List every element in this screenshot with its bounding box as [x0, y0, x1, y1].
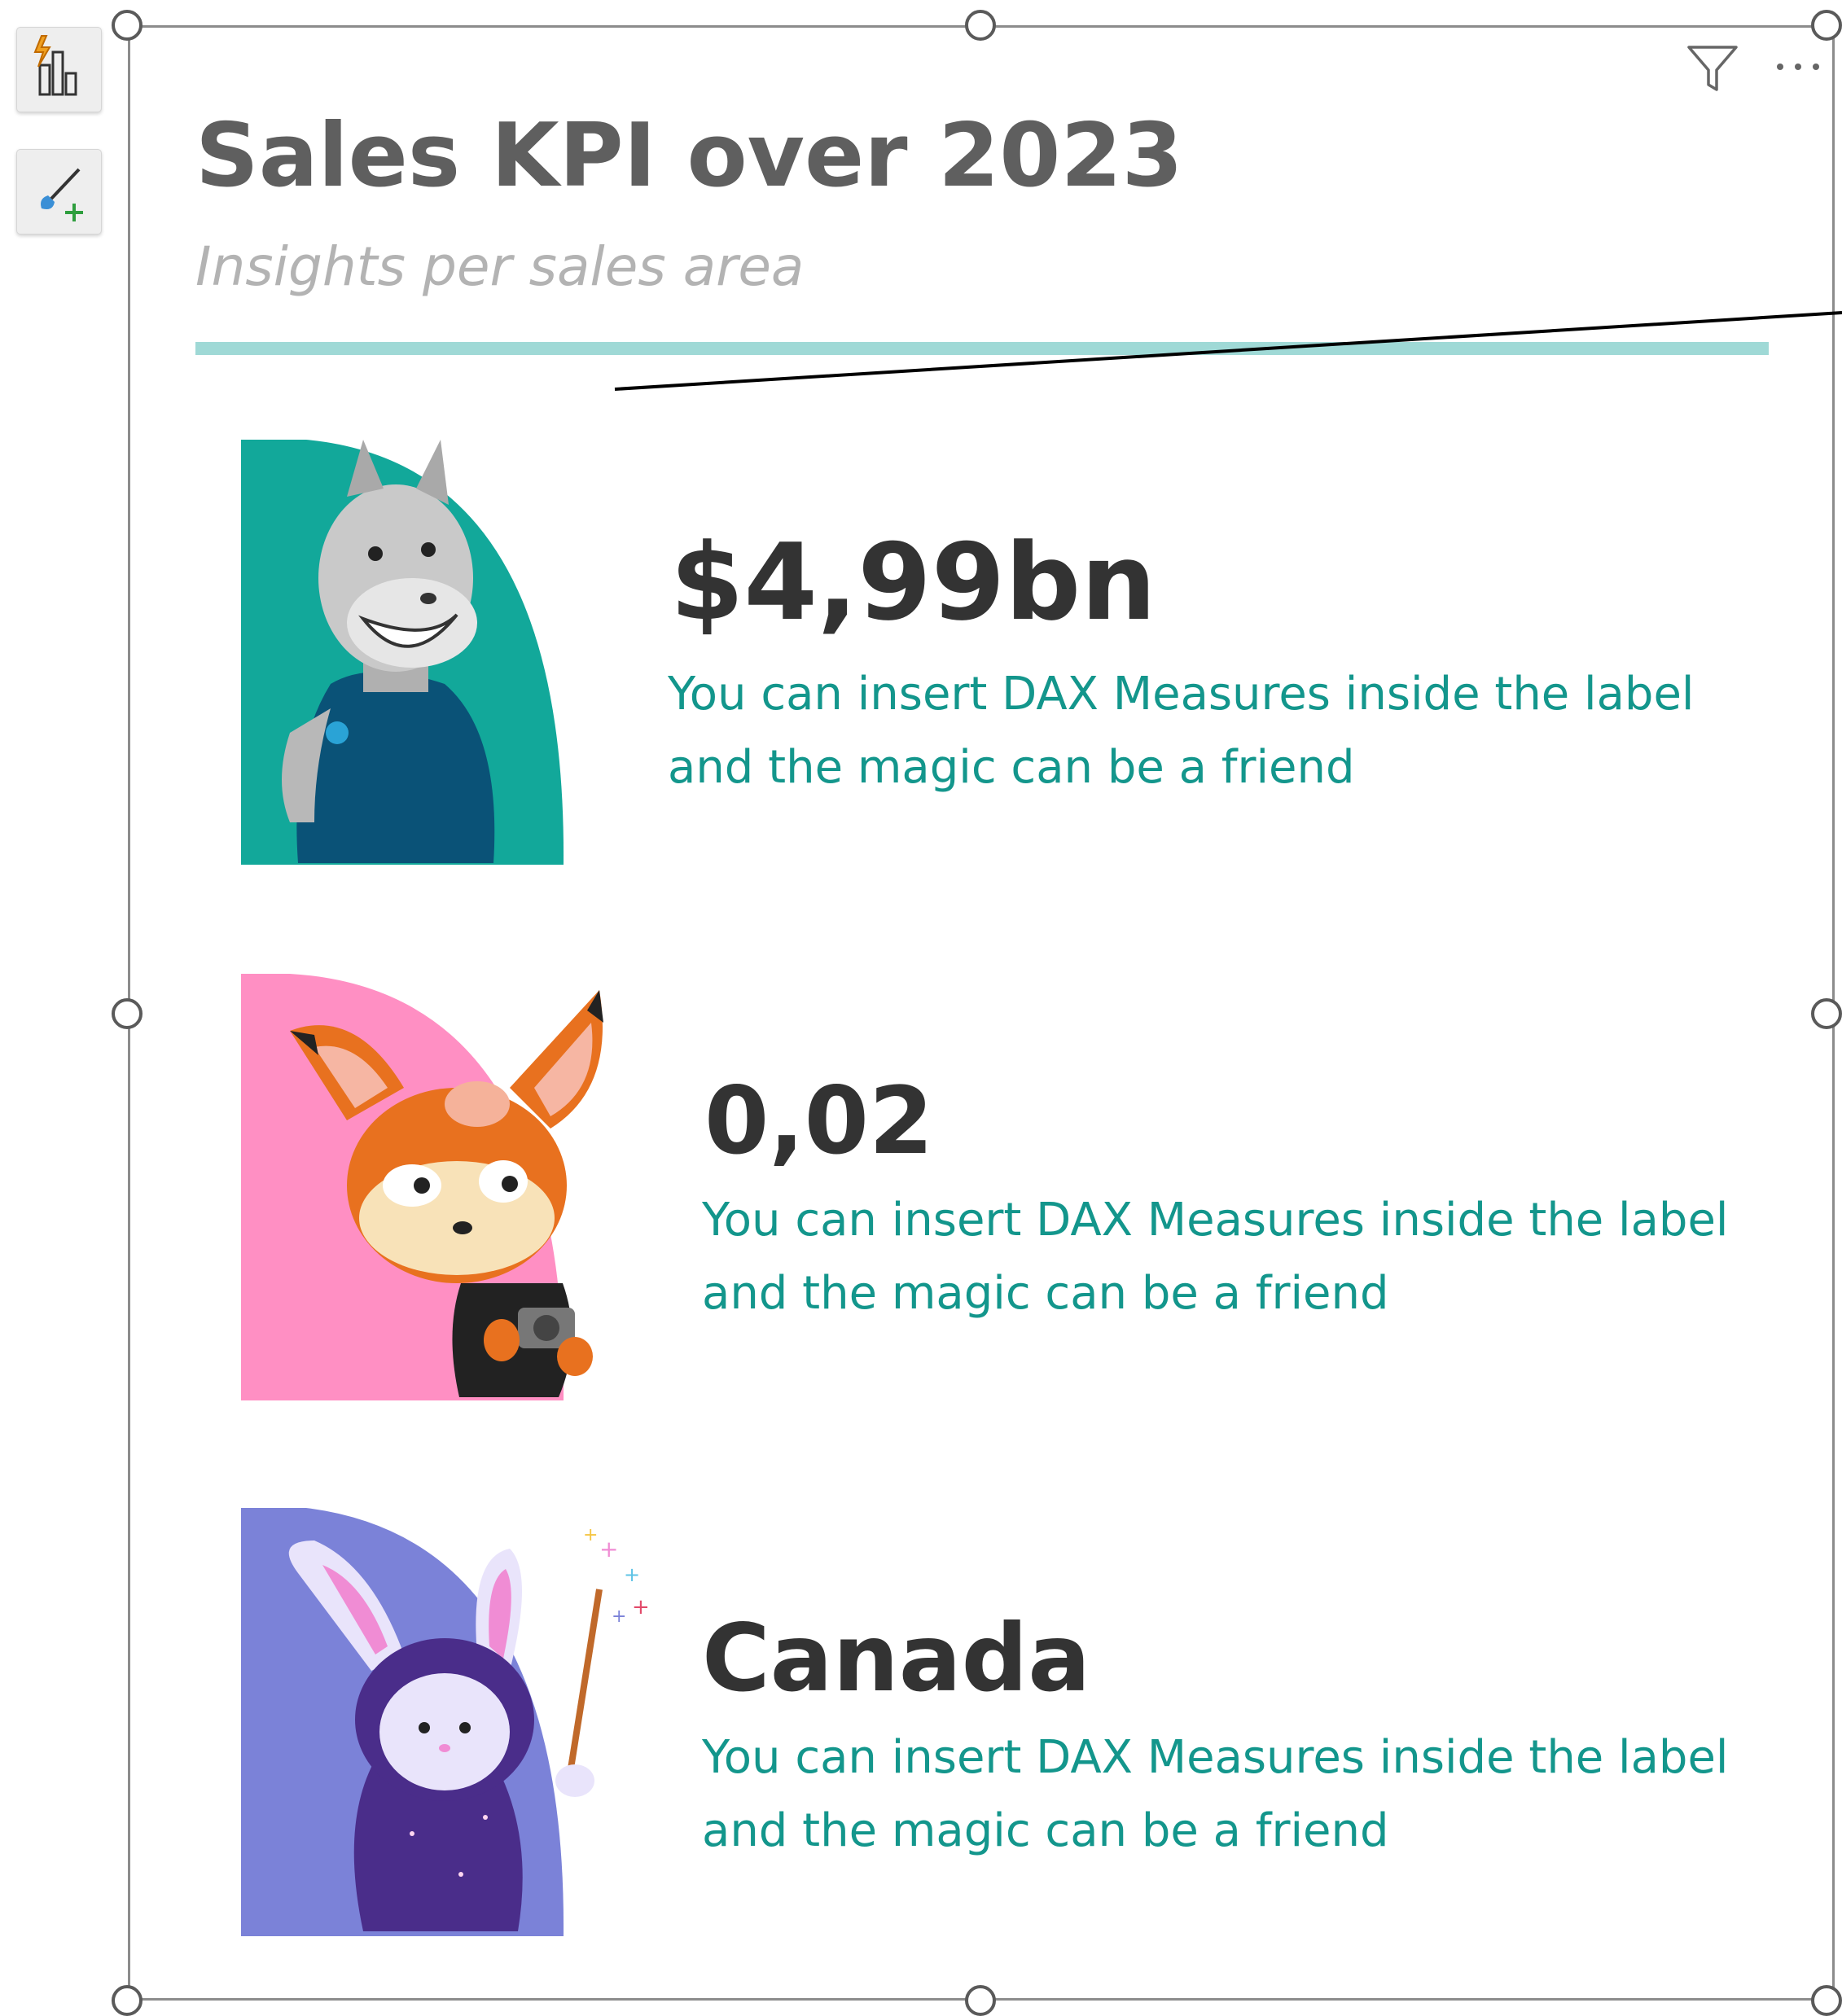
bunny-wizard-mascot-icon: + + + + +	[241, 1508, 650, 1936]
kpi-description: You can insert DAX Measures inside the l…	[702, 1194, 1729, 1320]
visual-subtitle: Insights per sales area	[195, 235, 805, 298]
title-divider	[195, 342, 1769, 355]
svg-text:+: +	[632, 1595, 650, 1619]
kpi-value: $4,99bn	[670, 520, 1156, 644]
resize-handle-bottom-left[interactable]	[112, 1985, 143, 2016]
kpi-value: 0,02	[704, 1067, 934, 1175]
resize-handle-top-left[interactable]	[112, 10, 143, 41]
kpi-value: Canada	[702, 1604, 1091, 1712]
filter-icon[interactable]	[1684, 41, 1741, 98]
resize-handle-middle-right[interactable]	[1811, 998, 1842, 1029]
resize-handle-top-right[interactable]	[1811, 10, 1842, 41]
fox-mascot-icon	[241, 974, 603, 1400]
smart-narrative-icon	[33, 35, 77, 96]
svg-text:+: +	[624, 1563, 640, 1586]
donkey-mascot-icon	[241, 440, 564, 865]
smart-narrative-button[interactable]	[16, 27, 102, 112]
format-visual-icon	[41, 168, 83, 221]
kpi-description: You can insert DAX Measures inside the l…	[702, 1731, 1729, 1857]
resize-handle-middle-left[interactable]	[112, 998, 143, 1029]
svg-text:+: +	[583, 1525, 598, 1545]
resize-handle-top-center[interactable]	[965, 10, 996, 41]
visual-title: Sales KPI over 2023	[195, 105, 1183, 207]
format-visual-button[interactable]	[16, 149, 102, 234]
kpi-description: You can insert DAX Measures inside the l…	[668, 668, 1695, 794]
resize-handle-bottom-center[interactable]	[965, 1985, 996, 2016]
resize-handle-bottom-right[interactable]	[1811, 1985, 1842, 2016]
svg-text:+: +	[599, 1536, 618, 1562]
svg-text:+: +	[612, 1606, 626, 1627]
more-options-icon[interactable]	[1772, 50, 1829, 83]
